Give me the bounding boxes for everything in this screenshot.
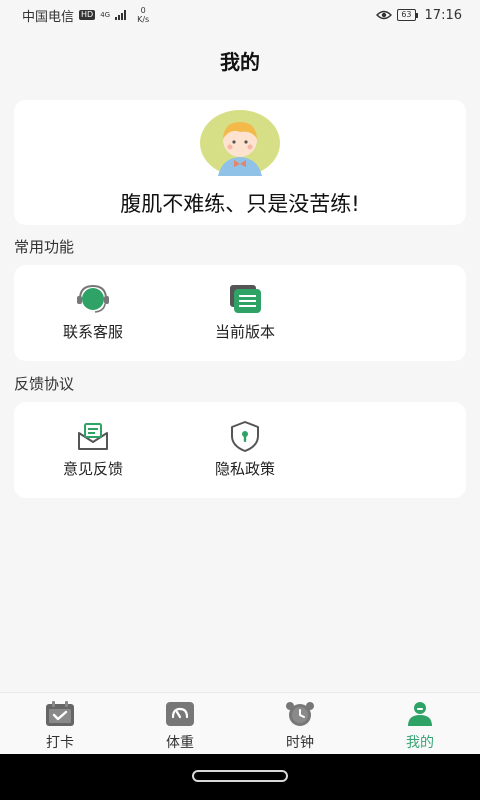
profile-motto: 腹肌不难练、只是没苦练!	[120, 192, 360, 216]
bottom-tab-bar: 打卡 体重 时钟 我的	[0, 692, 480, 754]
calendar-check-icon	[46, 701, 74, 726]
hd-badge: HD	[79, 10, 96, 20]
tab-label: 打卡	[46, 735, 74, 751]
status-left: 中国电信 HD 4G 0 K/s	[22, 6, 149, 25]
signal-icon	[115, 10, 127, 20]
shield-icon	[231, 421, 259, 452]
scale-icon	[166, 702, 194, 726]
section-label-feedback: 反馈协议	[14, 375, 75, 393]
status-bar: 中国电信 HD 4G 0 K/s 63 17:16	[0, 0, 480, 30]
user-icon	[408, 702, 432, 726]
func-label: 意见反馈	[62, 460, 123, 478]
tab-label: 时钟	[286, 735, 314, 751]
func-label: 联系客服	[62, 323, 123, 341]
system-nav-bar	[0, 754, 480, 800]
battery-icon: 63	[397, 9, 418, 21]
tab-label: 我的	[406, 735, 434, 751]
profile-card: 腹肌不难练、只是没苦练!	[14, 100, 466, 225]
headset-icon	[77, 284, 109, 313]
feedback-item[interactable]: 意见反馈	[28, 402, 158, 498]
func-label: 隐私政策	[214, 460, 275, 478]
eye-icon	[376, 10, 393, 20]
carrier-name: 中国电信	[22, 9, 75, 25]
tab-weight[interactable]: 体重	[120, 693, 240, 755]
contact-service-item[interactable]: 联系客服	[28, 265, 158, 361]
section-label-common: 常用功能	[14, 238, 75, 256]
version-icon	[230, 285, 261, 313]
mail-icon	[78, 423, 108, 450]
page-title: 我的	[220, 50, 260, 74]
tab-clock[interactable]: 时钟	[240, 693, 360, 755]
func-label: 当前版本	[214, 323, 275, 341]
home-indicator[interactable]	[192, 770, 288, 782]
feedback-card: 意见反馈 隐私政策	[14, 402, 466, 498]
network-speed: 0 K/s	[137, 6, 150, 24]
tab-checkin[interactable]: 打卡	[0, 693, 120, 755]
current-version-item[interactable]: 当前版本	[180, 265, 310, 361]
common-functions-card: 联系客服 当前版本	[14, 265, 466, 361]
status-right: 63 17:16	[376, 8, 462, 23]
alarm-clock-icon	[286, 702, 314, 726]
clock-time: 17:16	[424, 7, 462, 23]
tab-label: 体重	[166, 735, 194, 751]
privacy-policy-item[interactable]: 隐私政策	[180, 402, 310, 498]
avatar[interactable]	[200, 110, 280, 176]
tab-mine[interactable]: 我的	[360, 693, 480, 755]
network-type: 4G	[100, 11, 111, 19]
